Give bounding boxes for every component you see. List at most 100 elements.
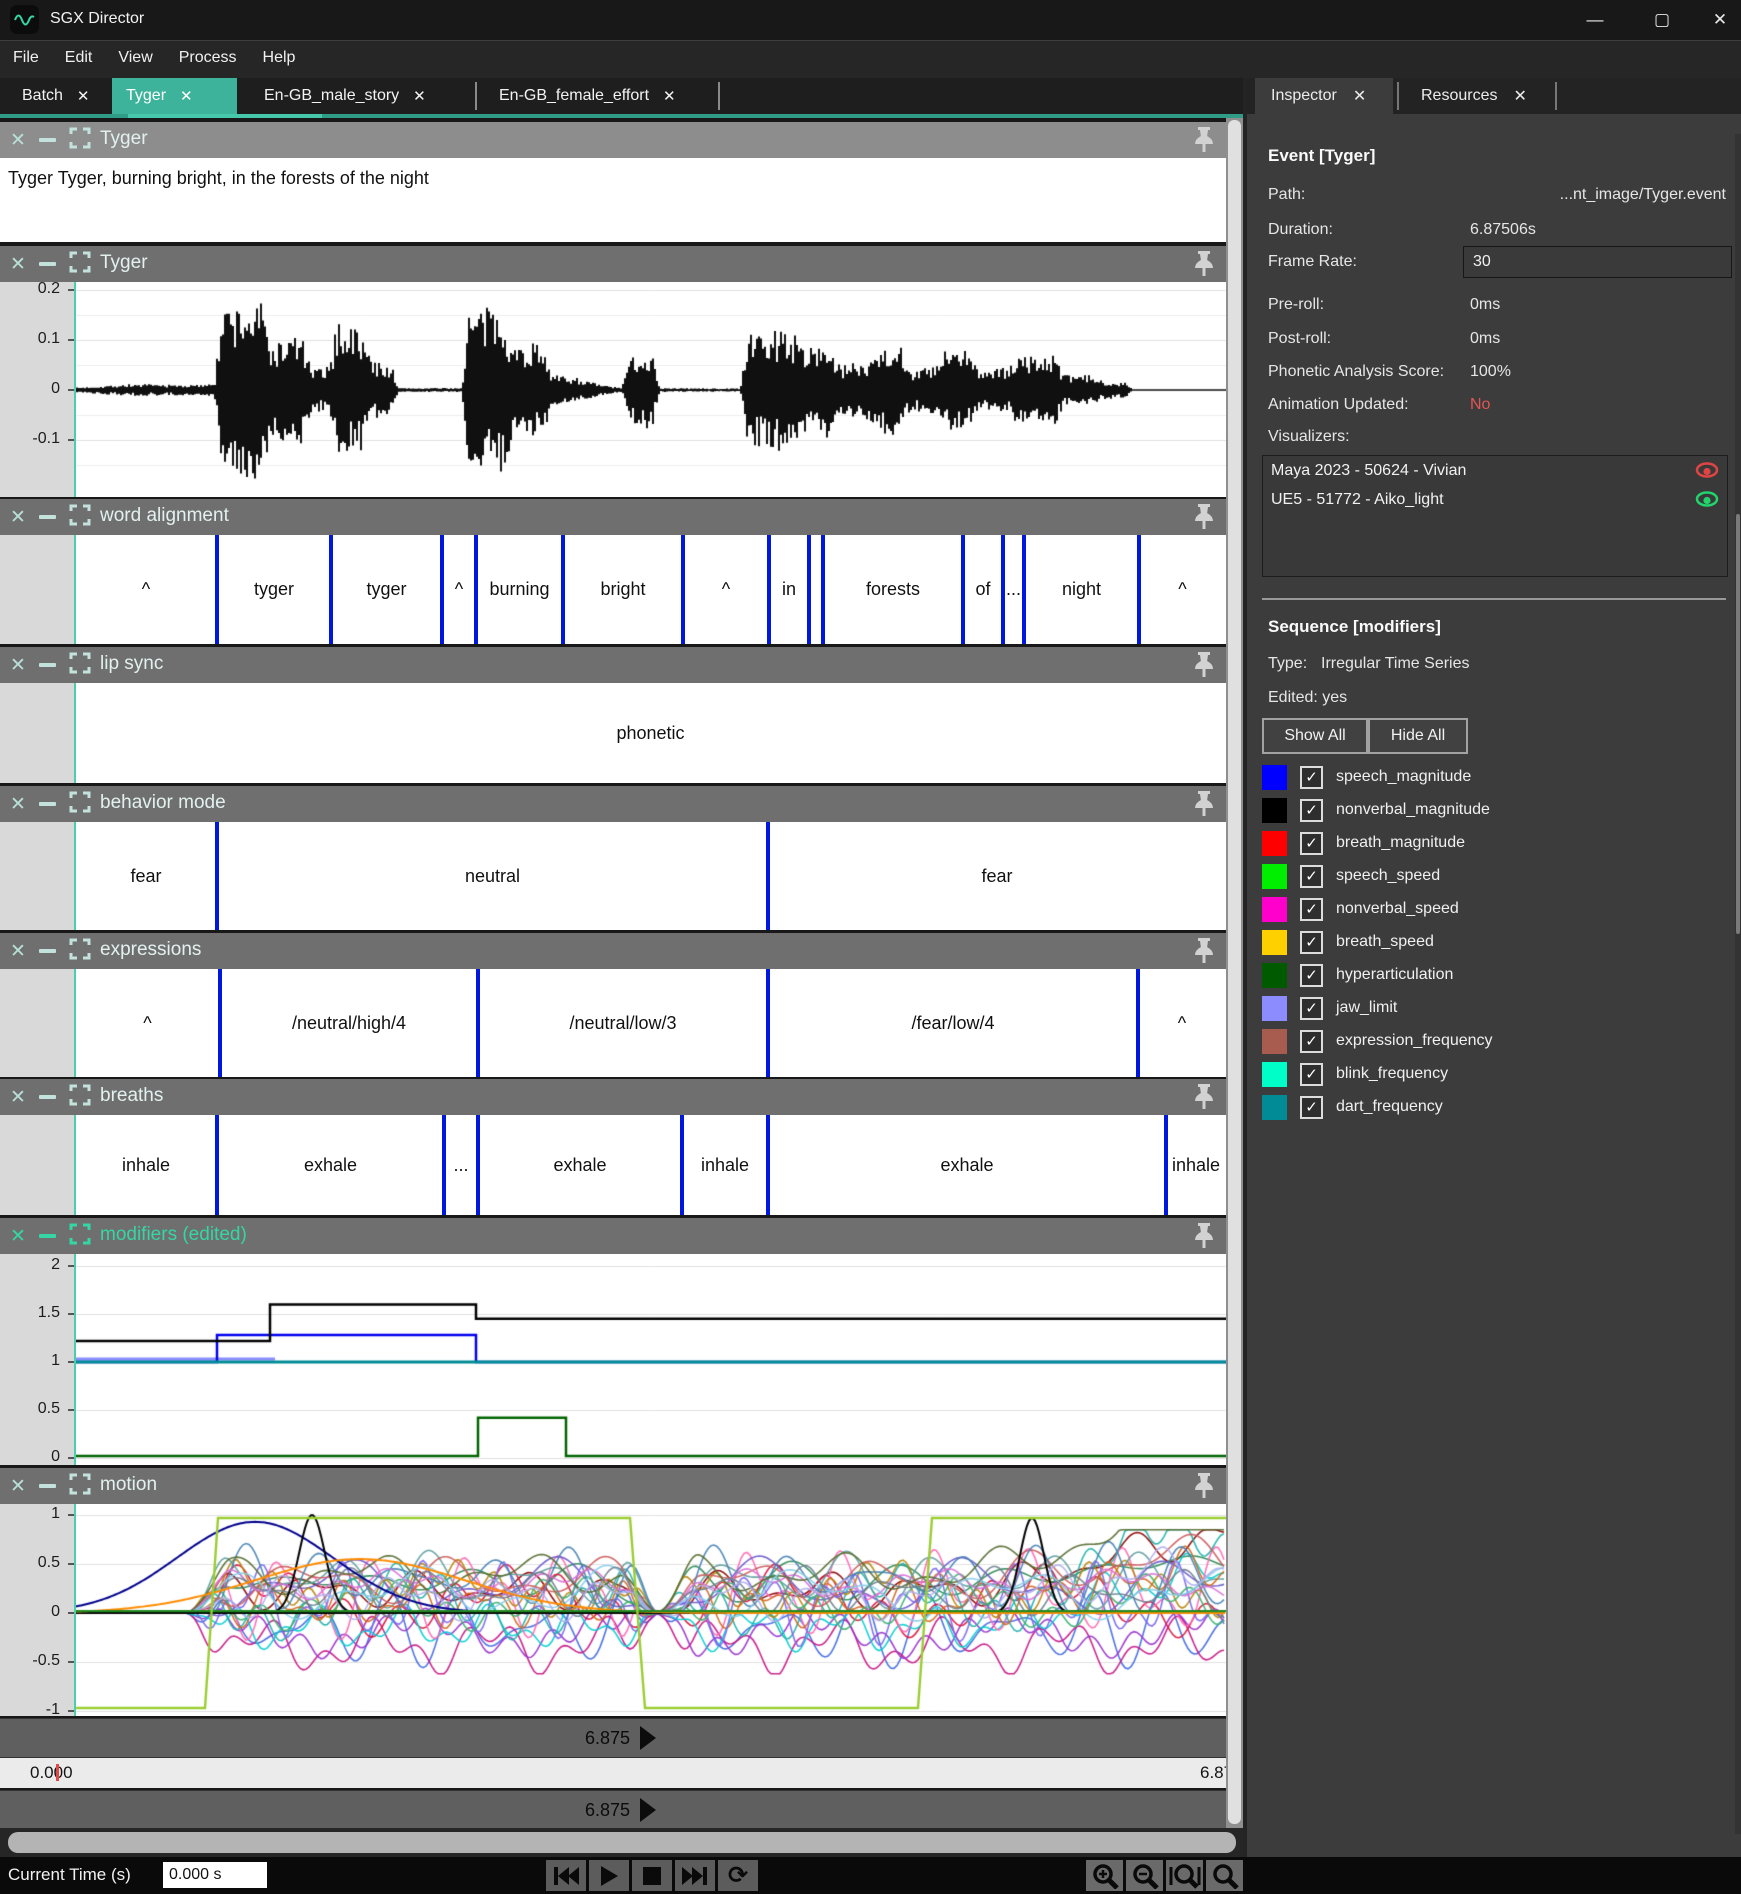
tab-close-icon[interactable]: ✕ xyxy=(663,87,676,105)
panel-header-tyger[interactable]: ✕Tyger xyxy=(0,246,1226,282)
playhead-cursor[interactable] xyxy=(74,683,76,783)
hide-all-button[interactable]: Hide All xyxy=(1368,718,1468,754)
segment-boundary[interactable] xyxy=(821,535,825,644)
legend-checkbox[interactable]: ✓ xyxy=(1300,964,1323,987)
minimize-panel-icon[interactable] xyxy=(39,138,56,142)
panel-header-motion[interactable]: ✕motion xyxy=(0,1468,1226,1504)
pin-icon[interactable] xyxy=(1192,1222,1218,1250)
track-segment[interactable]: inhale xyxy=(682,1115,768,1215)
sidebar-tab-close-icon[interactable]: ✕ xyxy=(1353,86,1366,106)
transcript-text[interactable]: Tyger Tyger, burning bright, in the fore… xyxy=(8,168,429,189)
legend-checkbox[interactable]: ✓ xyxy=(1300,865,1323,888)
legend-row-nonverbal_speed[interactable]: ✓nonverbal_speed xyxy=(1262,896,1459,922)
show-all-button[interactable]: Show All xyxy=(1262,718,1368,754)
legend-row-jaw_limit[interactable]: ✓jaw_limit xyxy=(1262,995,1397,1021)
legend-checkbox[interactable]: ✓ xyxy=(1300,1030,1323,1053)
close-panel-icon[interactable]: ✕ xyxy=(10,253,26,276)
legend-checkbox[interactable]: ✓ xyxy=(1300,1063,1323,1086)
zoom-in-button[interactable] xyxy=(1086,1860,1123,1891)
segment-boundary[interactable] xyxy=(215,535,219,644)
expand-panel-icon[interactable] xyxy=(69,652,91,679)
playhead-cursor[interactable] xyxy=(74,1504,76,1716)
current-time-input[interactable] xyxy=(163,1862,267,1888)
segment-boundary[interactable] xyxy=(215,1115,219,1215)
panel-content-motion[interactable]: 10.50-0.5-1 xyxy=(0,1504,1226,1716)
modifiers-plot[interactable] xyxy=(75,1254,1226,1465)
segment-boundary[interactable] xyxy=(680,1115,684,1215)
zoom-out-button[interactable] xyxy=(1126,1860,1163,1891)
track-segment[interactable]: in xyxy=(769,535,809,644)
playback-bar-top[interactable]: 6.875 xyxy=(0,1718,1243,1758)
minimize-panel-icon[interactable] xyxy=(39,262,56,266)
track-segment[interactable]: inhale xyxy=(75,1115,217,1215)
legend-row-speech_speed[interactable]: ✓speech_speed xyxy=(1262,863,1440,889)
menu-help[interactable]: Help xyxy=(250,41,309,75)
legend-row-speech_magnitude[interactable]: ✓speech_magnitude xyxy=(1262,764,1471,790)
expand-panel-icon[interactable] xyxy=(69,791,91,818)
segment-boundary[interactable] xyxy=(442,1115,446,1215)
close-window-button[interactable]: ✕ xyxy=(1700,8,1740,32)
horizontal-scrollbar-thumb[interactable] xyxy=(8,1832,1236,1853)
tab-close-icon[interactable]: ✕ xyxy=(413,87,426,105)
legend-checkbox[interactable]: ✓ xyxy=(1300,997,1323,1020)
skip-to-end-button[interactable] xyxy=(675,1860,715,1891)
pin-icon[interactable] xyxy=(1192,790,1218,818)
tab-en-gb-female-effort[interactable]: En-GB_female_effort✕ xyxy=(485,78,715,114)
time-range-row[interactable]: 0.000 6.875 xyxy=(0,1758,1243,1788)
pin-icon[interactable] xyxy=(1192,937,1218,965)
sidebar-tab-inspector[interactable]: Inspector✕ xyxy=(1255,78,1393,114)
panel-content-tyger[interactable]: 0.20.10-0.1 xyxy=(0,282,1226,497)
playback-bar-bottom[interactable]: 6.875 xyxy=(0,1790,1243,1830)
minimize-window-button[interactable]: — xyxy=(1575,8,1615,32)
panel-content-modifiers-edited-[interactable]: 21.510.50 xyxy=(0,1254,1226,1465)
minimize-panel-icon[interactable] xyxy=(39,1234,56,1238)
panel-content-breaths[interactable]: inhaleexhale...exhaleinhaleexhaleinhale xyxy=(0,1115,1226,1215)
track-segment[interactable]: ... xyxy=(1003,535,1024,644)
minimize-panel-icon[interactable] xyxy=(39,663,56,667)
playhead-cursor[interactable] xyxy=(74,969,76,1077)
playhead-cursor[interactable] xyxy=(74,1254,76,1465)
visualizer-row[interactable]: Maya 2023 - 50624 - Vivian xyxy=(1263,456,1727,485)
panel-header-word-alignment[interactable]: ✕word alignment xyxy=(0,499,1226,535)
legend-checkbox[interactable]: ✓ xyxy=(1300,931,1323,954)
panel-header-breaths[interactable]: ✕breaths xyxy=(0,1079,1226,1115)
track-segment[interactable]: ^ xyxy=(1138,969,1226,1077)
track-segment[interactable]: exhale xyxy=(217,1115,444,1215)
visualizers-list[interactable]: Maya 2023 - 50624 - VivianUE5 - 51772 - … xyxy=(1262,455,1728,577)
minimize-panel-icon[interactable] xyxy=(39,802,56,806)
close-panel-icon[interactable]: ✕ xyxy=(10,940,26,963)
minimize-panel-icon[interactable] xyxy=(39,1095,56,1099)
segment-boundary[interactable] xyxy=(1136,969,1140,1077)
track-segment[interactable]: /neutral/high/4 xyxy=(220,969,478,1077)
sidebar-scrollbar[interactable] xyxy=(1735,134,1741,1834)
close-panel-icon[interactable]: ✕ xyxy=(10,129,26,152)
expand-panel-icon[interactable] xyxy=(69,938,91,965)
segment-boundary[interactable] xyxy=(961,535,965,644)
legend-row-dart_frequency[interactable]: ✓dart_frequency xyxy=(1262,1094,1443,1120)
pin-icon[interactable] xyxy=(1192,1083,1218,1111)
segment-boundary[interactable] xyxy=(476,1115,480,1215)
zoom-fit-button[interactable] xyxy=(1166,1860,1203,1891)
pin-icon[interactable] xyxy=(1192,126,1218,154)
legend-row-blink_frequency[interactable]: ✓blink_frequency xyxy=(1262,1061,1448,1087)
close-panel-icon[interactable]: ✕ xyxy=(10,1475,26,1498)
sidebar-tab-resources[interactable]: Resources✕ xyxy=(1405,78,1551,114)
track-segment[interactable]: tyger xyxy=(331,535,442,644)
tab-batch[interactable]: Batch✕ xyxy=(8,78,108,114)
expand-panel-icon[interactable] xyxy=(69,1223,91,1250)
close-panel-icon[interactable]: ✕ xyxy=(10,1225,26,1248)
segment-boundary[interactable] xyxy=(476,969,480,1077)
track-segment[interactable]: phonetic xyxy=(75,683,1226,783)
visualizer-row[interactable]: UE5 - 51772 - Aiko_light xyxy=(1263,485,1727,514)
segment-boundary[interactable] xyxy=(474,535,478,644)
track-segment[interactable]: of xyxy=(963,535,1003,644)
segment-boundary[interactable] xyxy=(561,535,565,644)
expand-panel-icon[interactable] xyxy=(69,1084,91,1111)
track-segment[interactable]: ^ xyxy=(75,969,220,1077)
legend-row-hyperarticulation[interactable]: ✓hyperarticulation xyxy=(1262,962,1453,988)
sidebar-tab-close-icon[interactable]: ✕ xyxy=(1513,86,1526,106)
menu-view[interactable]: View xyxy=(105,41,165,75)
expand-panel-icon[interactable] xyxy=(69,251,91,278)
panel-header-behavior-mode[interactable]: ✕behavior mode xyxy=(0,786,1226,822)
panel-content-lip-sync[interactable]: phonetic xyxy=(0,683,1226,783)
